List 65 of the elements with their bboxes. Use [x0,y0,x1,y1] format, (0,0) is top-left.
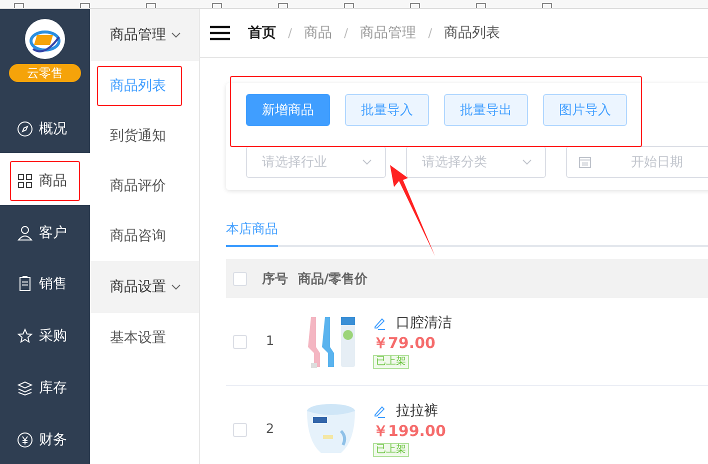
group-label: 商品设置 [110,278,166,296]
yen-icon [17,432,33,448]
product-price: ￥79.00 [373,334,436,353]
submenu-item[interactable]: 基本设置 [97,318,182,358]
product-name: 拉拉裤 [396,402,438,420]
nav-label: 采购 [39,327,67,346]
group-label: 商品管理 [110,26,166,44]
column-header: 序号 [262,270,288,288]
stack-icon [17,380,33,396]
placeholder: 请选择分类 [422,154,487,171]
pencil-icon[interactable] [373,404,386,418]
menu-icon[interactable] [210,25,230,41]
column-header: 商品/零售价 [298,270,368,288]
nav-label: 库存 [39,379,67,398]
submenu-item[interactable]: 到货通知 [97,116,182,156]
separator: / [288,26,292,40]
separator: / [344,26,348,40]
bookmark-icon[interactable] [344,3,354,8]
placeholder: 开始日期 [631,154,683,171]
bookmark-icon[interactable] [476,3,486,8]
grid-icon [17,172,33,189]
bookmark-icon[interactable] [14,3,24,8]
submenu-item[interactable]: 商品评价 [97,166,182,206]
breadcrumb-item: 商品列表 [444,24,500,42]
status-tag: 已上架 [373,443,409,457]
nav-item[interactable]: 采购 [0,308,90,360]
bookmark-icon[interactable] [542,3,552,8]
product-name: 口腔清洁 [396,314,452,332]
nav-label: 概况 [39,120,67,138]
bookmark-icon[interactable] [146,3,156,8]
nav-label: 财务 [39,431,67,450]
checkbox[interactable] [233,422,247,436]
nav-item[interactable]: 财务 [0,412,90,464]
nav-item[interactable]: 库存 [0,360,90,412]
brand-badge: 云零售 [9,64,81,82]
breadcrumb-item[interactable]: 首页 [248,24,276,42]
checkbox[interactable] [233,334,247,348]
user-icon [17,224,33,241]
nav-item[interactable]: 商品 [0,152,90,205]
nav-item[interactable]: 销售 [0,256,90,308]
cloud-logo [25,19,65,59]
menu-group[interactable]: 商品设置 [90,261,199,313]
nav-label: 商品 [39,172,67,190]
pencil-icon[interactable] [373,316,386,330]
product-price: ￥199.00 [373,422,446,441]
bookmark-icon[interactable] [410,3,420,8]
star-icon [17,328,33,344]
row-number: 2 [264,422,276,437]
calendar-icon [579,156,591,168]
bookmark-icon[interactable] [212,3,222,8]
document-icon [17,276,33,292]
separator: / [428,26,432,40]
checkbox[interactable] [233,272,247,286]
nav-label: 销售 [39,275,67,294]
row-number: 1 [264,334,276,349]
submenu-item[interactable]: 商品咨询 [97,216,182,256]
placeholder: 请选择行业 [262,154,327,171]
bookmark-icon[interactable] [278,3,288,8]
nav-item[interactable]: 客户 [0,204,90,257]
nav-item[interactable]: 概况 [0,100,90,153]
nav-label: 客户 [39,224,67,242]
menu-group[interactable]: 商品管理 [90,9,199,61]
compass-icon [17,120,33,137]
status-tag: 已上架 [373,355,409,369]
bookmark-icon[interactable] [80,3,90,8]
